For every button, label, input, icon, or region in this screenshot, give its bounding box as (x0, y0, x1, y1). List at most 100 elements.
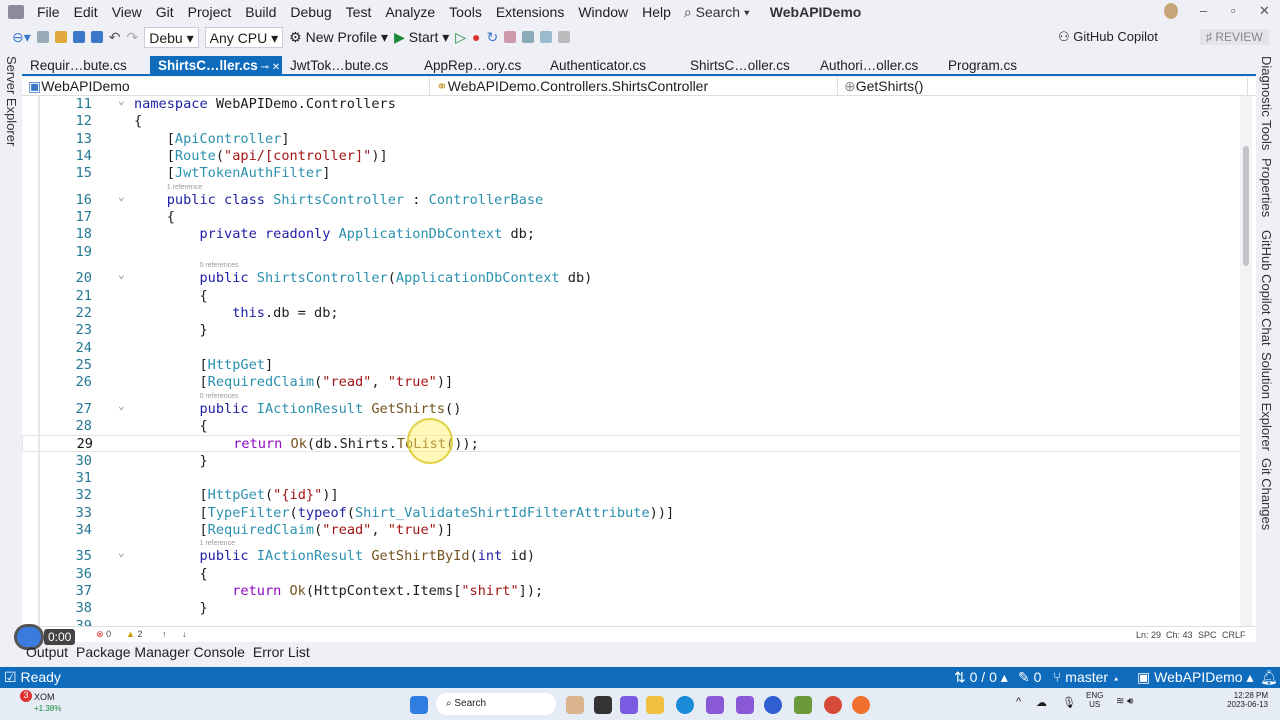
menu-extensions[interactable]: Extensions (489, 4, 571, 20)
git-changes-tab[interactable]: Git Changes (1259, 458, 1274, 530)
code-line[interactable]: 21 { (22, 288, 1242, 305)
next-issue-icon[interactable]: ↓ (182, 629, 187, 639)
code-lens-references[interactable]: 1 reference (200, 540, 235, 547)
start-without-debugging-icon[interactable]: ▷ (455, 29, 466, 46)
sync-status[interactable]: ⇅ 0 / 0 ▴ (954, 669, 1008, 686)
pen-app-icon[interactable] (852, 696, 870, 714)
code-line[interactable]: 23 } (22, 322, 1242, 339)
vertical-scrollbar[interactable] (1240, 96, 1252, 626)
column-indicator[interactable]: Ch: 43 (1166, 630, 1193, 640)
menu-debug[interactable]: Debug (283, 4, 338, 20)
code-line[interactable]: 15 [JwtTokenAuthFilter] (22, 165, 1242, 182)
toolbox-icon[interactable] (504, 31, 517, 43)
microphone-icon[interactable]: 🎙︎ (1062, 696, 1076, 709)
menu-view[interactable]: View (105, 4, 149, 20)
code-line[interactable]: 11 ⌄ namespace WebAPIDemo.Controllers (22, 96, 1242, 113)
visual-studio-icon[interactable] (706, 696, 724, 714)
code-line[interactable]: 27 ⌄ public IActionResult GetShirts() (22, 399, 1242, 418)
menu-analyze[interactable]: Analyze (378, 4, 442, 20)
code-line[interactable]: 16 ⌄ public class ShirtsController : Cont… (22, 190, 1242, 209)
code-line[interactable]: 30 } (22, 453, 1242, 470)
notepad-icon[interactable] (794, 696, 812, 714)
refresh-icon[interactable]: ↻ (487, 29, 499, 46)
close-tab-icon[interactable]: ⊸ ✕ (258, 62, 281, 73)
copilot-icon[interactable] (620, 696, 638, 714)
search-button[interactable]: ⌕ Search ▾ (684, 4, 750, 21)
app-icon[interactable] (764, 696, 782, 714)
code-line[interactable]: 35 ⌄ public IActionResult GetShirtById(in… (22, 546, 1242, 565)
start-button[interactable]: ▶ Start ▾ (394, 29, 449, 46)
copilot-button[interactable]: ⚇ GitHub Copilot (1058, 29, 1158, 45)
menu-edit[interactable]: Edit (67, 4, 105, 20)
comment-icon[interactable] (540, 31, 553, 43)
class-dropdown[interactable]: ⚭WebAPIDemo.Controllers.ShirtsController (430, 77, 838, 95)
fold-chevron-icon[interactable]: ⌄ (118, 397, 125, 414)
notifications-icon[interactable]: 🔔︎ (1260, 669, 1278, 686)
bottom-tab[interactable]: Package Manager Console (76, 644, 245, 664)
save-all-icon[interactable] (90, 31, 103, 43)
menu-tools[interactable]: Tools (442, 4, 489, 20)
code-line[interactable]: 28 { (22, 418, 1242, 435)
code-line[interactable]: 22 this.db = db; (22, 305, 1242, 322)
code-lens-references[interactable]: 0 references (200, 262, 239, 269)
copilot-chat-tab[interactable]: GitHub Copilot Chat (1259, 230, 1274, 346)
document-tab[interactable]: Requir…bute.cs (22, 56, 150, 76)
visual-studio-preview-icon[interactable] (736, 696, 754, 714)
bookmark-icon[interactable] (558, 31, 571, 43)
menu-window[interactable]: Window (571, 4, 635, 20)
redo-icon[interactable]: ↷ (127, 29, 139, 46)
menu-build[interactable]: Build (238, 4, 283, 20)
fold-chevron-icon[interactable]: ⌄ (118, 96, 125, 109)
back-icon[interactable]: ⊖▾ (12, 29, 31, 46)
pending-edits[interactable]: ✎ 0 (1018, 669, 1041, 686)
whitespace-indicator[interactable]: SPC (1198, 630, 1217, 640)
code-line[interactable]: 25 [HttpGet] (22, 357, 1242, 374)
document-tab[interactable]: Authenticator.cs (542, 56, 682, 76)
code-line[interactable]: 12 { (22, 113, 1242, 130)
document-tab[interactable]: AppRep…ory.cs (416, 56, 542, 76)
avatar[interactable] (1164, 3, 1178, 19)
line-indicator[interactable]: Ln: 29 (1136, 630, 1161, 640)
profile-button[interactable]: ⚙ New Profile ▾ (289, 29, 388, 46)
minimize-button[interactable]: – (1200, 3, 1207, 18)
code-lens-references[interactable]: 1 reference (167, 184, 202, 191)
code-line[interactable]: 24 (22, 340, 1242, 357)
code-line[interactable]: 14 [Route("api/[controller]")] (22, 148, 1242, 165)
prev-issue-icon[interactable]: ↑ (162, 629, 167, 639)
menu-test[interactable]: Test (339, 4, 379, 20)
new-item-icon[interactable] (36, 31, 49, 43)
chrome-icon[interactable] (824, 696, 842, 714)
member-dropdown[interactable]: ⊕GetShirts() (838, 77, 1248, 95)
file-explorer-icon[interactable] (646, 696, 664, 714)
language-indicator[interactable]: ENG US (1086, 691, 1103, 709)
stock-widget[interactable]: 3 XOM +1.38% (10, 690, 61, 714)
start-icon[interactable] (410, 696, 428, 714)
code-lens-references[interactable]: 0 references (200, 393, 239, 400)
maximize-button[interactable]: ▫ (1231, 3, 1236, 18)
bottom-tab[interactable]: Error List (253, 644, 310, 664)
document-tab[interactable]: Program.cs (940, 56, 1090, 76)
project-dropdown[interactable]: ▣WebAPIDemo (22, 77, 430, 95)
error-count[interactable]: ⊗ 0 (96, 629, 111, 640)
server-explorer-tab[interactable]: Server Explorer (4, 56, 19, 146)
properties-tab[interactable]: Properties (1259, 158, 1274, 217)
menu-project[interactable]: Project (181, 4, 239, 20)
hot-reload-icon[interactable]: ● (472, 29, 480, 45)
solution-explorer-tab[interactable]: Solution Explorer (1259, 352, 1274, 451)
code-line[interactable]: 38 } (22, 600, 1242, 617)
menu-help[interactable]: Help (635, 4, 678, 20)
code-line[interactable]: 17 { (22, 209, 1242, 226)
widgets-icon[interactable] (566, 696, 584, 714)
repository-selector[interactable]: ▣ WebAPIDemo ▴ (1137, 669, 1254, 686)
code-line[interactable]: 19 (22, 244, 1242, 261)
document-tab[interactable]: Authori…oller.cs (812, 56, 940, 76)
scrollbar-thumb[interactable] (1243, 146, 1249, 266)
document-tab[interactable]: ShirtsC…ller.cs ⊸ ✕ (150, 56, 282, 76)
wifi-volume-icon[interactable]: ≋ 🔊︎ (1116, 696, 1133, 707)
code-line[interactable]: 31 (22, 470, 1242, 487)
fold-chevron-icon[interactable]: ⌄ (118, 188, 125, 205)
configuration-select[interactable]: Debu ▾ (144, 26, 199, 48)
diagnostic-tools-tab[interactable]: Diagnostic Tools (1259, 56, 1274, 150)
format-icon[interactable] (522, 31, 535, 43)
code-line[interactable]: 26 [RequiredClaim("read", "true")] (22, 374, 1242, 391)
